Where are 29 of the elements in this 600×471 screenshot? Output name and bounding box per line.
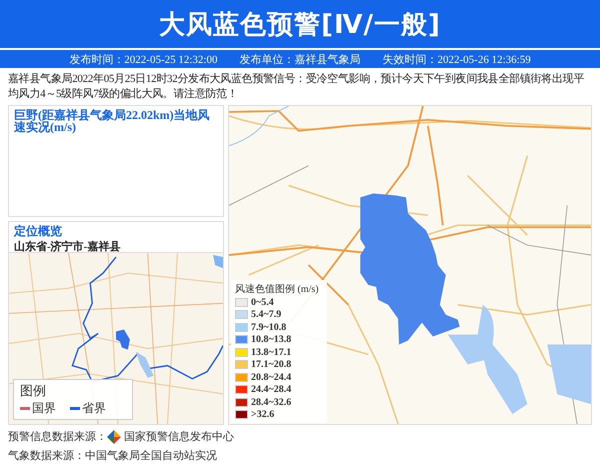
source-name: 国家预警信息发布中心 [124, 429, 234, 444]
legend-label: 10.8~13.8 [251, 334, 292, 346]
legend-label: 13.8~17.1 [251, 346, 292, 358]
legend-label: 7.9~10.8 [251, 322, 286, 333]
panel-title: 定位概览 [14, 225, 63, 237]
legend-label: 20.8~24.4 [251, 372, 292, 383]
legend-label: 24.4~28.4 [251, 384, 292, 396]
warning-description: 嘉祥县气象局2022年05月25日12时32分发布大风蓝色预警信号：受冷空气影响，预计今天下午到夜间我县全部镇街将出现平均风力4～5级阵风7级的偏北大风。请注意防范！ [8, 72, 586, 102]
legend-title: 风速色值图例 (m/s) [235, 282, 320, 296]
warning-title: 大风蓝色预警[Ⅳ/一般] [159, 8, 441, 42]
legend-label: 0~5.4 [251, 296, 274, 308]
legend-label: 国界 [32, 400, 56, 417]
panel-title: 巨野(距嘉祥县气象局22.02km)当地风速实况(m/s) [14, 109, 211, 133]
legend-label: 5.4~7.9 [251, 309, 282, 320]
legend-label: 17.1~20.8 [251, 359, 292, 370]
lake-area [547, 344, 591, 404]
source-label: 预警信息数据来源： [8, 429, 107, 444]
legend-label: >32.6 [251, 409, 274, 420]
info-text: 发布时间：2022-05-25 12:32:00 [69, 52, 218, 66]
info-text: 发布单位：嘉祥县气象局 [240, 52, 360, 66]
legend-label: 28.4~32.6 [251, 396, 292, 408]
county-area [116, 329, 130, 350]
legend-title: 图例 [20, 383, 47, 400]
source-label: 气象数据来源： [8, 448, 85, 463]
river-line [229, 106, 290, 146]
location-path: 山东省-济宁市-嘉祥县 [14, 240, 122, 254]
legend-label: 省界 [82, 400, 106, 417]
source-name: 中国气象局全国自动站实况 [85, 448, 217, 463]
info-text: 失效时间：2022-05-26 12:36:59 [382, 52, 531, 66]
